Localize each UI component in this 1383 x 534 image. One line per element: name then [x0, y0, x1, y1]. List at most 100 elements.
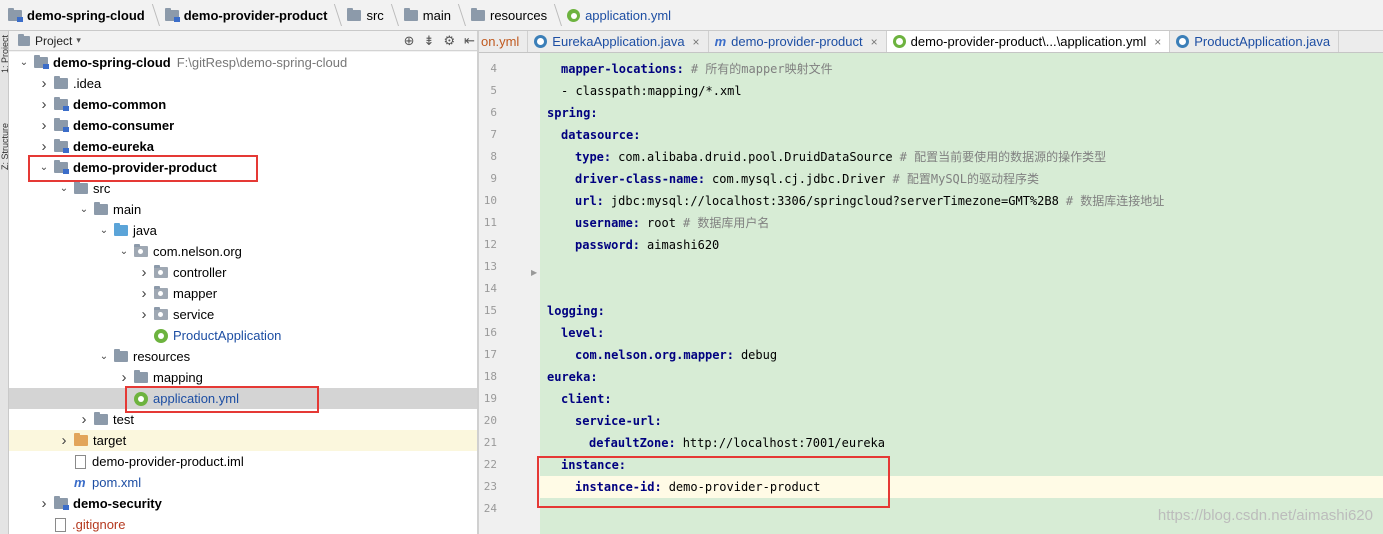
structure-tool-tab[interactable]: Z: Structure: [0, 123, 8, 170]
tree-item[interactable]: › demo-consumer: [9, 115, 477, 136]
tree-item[interactable]: m pom.xml: [9, 472, 477, 493]
folder-icon: [470, 7, 485, 21]
yaml-key: driver-class-name:: [575, 172, 706, 186]
locate-target-icon[interactable]: ⊕: [404, 33, 415, 49]
tree-item[interactable]: application.yml: [9, 388, 477, 409]
package-icon: [154, 265, 168, 278]
tree-item[interactable]: .gitignore: [9, 514, 477, 534]
editor-tab[interactable]: ProductApplication.java: [1170, 31, 1340, 52]
tree-item-label: mapper: [173, 286, 218, 301]
editor-tab[interactable]: m demo-provider-product ×: [709, 31, 887, 52]
tree-item[interactable]: ⌄ demo-provider-product: [9, 157, 477, 178]
tree-item[interactable]: ⌄ demo-spring-cloud F:\gitResp\demo-spring…: [9, 52, 477, 73]
chevron-right-icon[interactable]: ›: [37, 495, 51, 512]
code-line[interactable]: datasource:: [540, 124, 1383, 146]
line-number: 12: [483, 238, 497, 251]
chevron-right-icon[interactable]: ›: [117, 369, 131, 386]
code-line[interactable]: url: jdbc:mysql://localhost:3306/springcl…: [540, 190, 1383, 212]
code-line[interactable]: password: aimashi620: [540, 234, 1383, 256]
chevron-down-icon[interactable]: ⌄: [17, 57, 31, 68]
chevron-right-icon[interactable]: ›: [137, 306, 151, 323]
code-line[interactable]: [540, 278, 1383, 300]
line-number: 22: [483, 458, 497, 471]
tree-item[interactable]: › demo-common: [9, 94, 477, 115]
tree-item[interactable]: › mapping: [9, 367, 477, 388]
close-icon[interactable]: ×: [1154, 35, 1161, 49]
gear-icon[interactable]: ⚙: [443, 33, 455, 49]
tab-label: on.yml: [481, 34, 520, 49]
code-line[interactable]: mapper-locations: # 所有的mapper映射文件: [540, 58, 1383, 80]
chevron-down-icon[interactable]: ⌄: [97, 225, 111, 236]
tree-item[interactable]: › demo-security: [9, 493, 477, 514]
project-view-selector[interactable]: Project ▾: [9, 33, 81, 48]
project-tool-tab[interactable]: 1: Project: [0, 35, 8, 73]
code-line[interactable]: level:: [540, 322, 1383, 344]
chevron-right-icon[interactable]: ›: [57, 432, 71, 449]
code-line[interactable]: username: root # 数据库用户名: [540, 212, 1383, 234]
tree-item[interactable]: › demo-eureka: [9, 136, 477, 157]
breadcrumb-item[interactable]: resources: [465, 0, 551, 30]
code-line[interactable]: instance:: [540, 454, 1383, 476]
code-line[interactable]: spring:: [540, 102, 1383, 124]
code-line[interactable]: defaultZone: http://localhost:7001/eureka: [540, 432, 1383, 454]
code-line[interactable]: - classpath:mapping/*.xml: [540, 80, 1383, 102]
code-line[interactable]: [540, 256, 1383, 278]
chevron-down-icon[interactable]: ⌄: [57, 183, 71, 194]
yaml-key: type:: [575, 150, 612, 164]
code-line[interactable]: type: com.alibaba.druid.pool.DruidDataSou…: [540, 146, 1383, 168]
tree-item[interactable]: ProductApplication: [9, 325, 477, 346]
chevron-down-icon[interactable]: ⌄: [37, 162, 51, 173]
code-line[interactable]: client:: [540, 388, 1383, 410]
editor-tab-bar: on.yml EurekaApplication.java × m demo-provi…: [479, 31, 1383, 53]
code-line[interactable]: eureka:: [540, 366, 1383, 388]
code-editor[interactable]: mapper-locations: # 所有的mapper映射文件 - classp…: [540, 53, 1383, 534]
tree-item[interactable]: › service: [9, 304, 477, 325]
excluded-folder-icon: [74, 433, 88, 446]
class-icon: [534, 35, 548, 48]
tree-item[interactable]: › test: [9, 409, 477, 430]
line-number: 10: [483, 194, 497, 207]
tree-item[interactable]: › controller: [9, 262, 477, 283]
breadcrumb-item[interactable]: demo-spring-cloud: [2, 0, 149, 30]
code-line[interactable]: service-url:: [540, 410, 1383, 432]
editor-tab[interactable]: on.yml: [479, 31, 529, 52]
code-line[interactable]: driver-class-name: com.mysql.cj.jdbc.Driv…: [540, 168, 1383, 190]
chevron-down-icon[interactable]: ⌄: [97, 351, 111, 362]
chevron-right-icon[interactable]: ›: [37, 117, 51, 134]
tree-item[interactable]: › target: [9, 430, 477, 451]
tree-item[interactable]: › .idea: [9, 73, 477, 94]
fold-marker-icon[interactable]: ▶: [531, 268, 537, 277]
code-line[interactable]: instance-id: demo-provider-product: [540, 476, 1383, 498]
tree-item[interactable]: ⌄ resources: [9, 346, 477, 367]
breadcrumb-item[interactable]: application.yml: [561, 0, 675, 30]
chevron-right-icon[interactable]: ›: [77, 411, 91, 428]
tree-item[interactable]: ⌄ main: [9, 199, 477, 220]
line-number: 5: [490, 84, 497, 97]
chevron-down-icon[interactable]: ⌄: [117, 246, 131, 257]
line-number: 13: [483, 260, 497, 273]
chevron-down-icon[interactable]: ⌄: [77, 204, 91, 215]
tree-item[interactable]: demo-provider-product.iml: [9, 451, 477, 472]
close-icon[interactable]: ×: [871, 35, 878, 49]
collapse-all-icon[interactable]: ⇟: [424, 33, 435, 49]
chevron-right-icon[interactable]: ›: [137, 285, 151, 302]
tab-active[interactable]: demo-provider-product\...\application.ym…: [886, 31, 1171, 52]
editor-tab[interactable]: EurekaApplication.java ×: [528, 31, 709, 52]
breadcrumb-item[interactable]: main: [398, 0, 455, 30]
chevron-right-icon[interactable]: ›: [37, 138, 51, 155]
chevron-right-icon[interactable]: ›: [137, 264, 151, 281]
chevron-right-icon[interactable]: ›: [37, 75, 51, 92]
chevron-right-icon[interactable]: ›: [37, 96, 51, 113]
hide-panel-icon[interactable]: ⇤: [464, 33, 475, 49]
tree-item-label: java: [133, 223, 157, 238]
tree-item[interactable]: › mapper: [9, 283, 477, 304]
tree-item[interactable]: ⌄ com.nelson.org: [9, 241, 477, 262]
tree-item[interactable]: ⌄ java: [9, 220, 477, 241]
tree-item[interactable]: ⌄ src: [9, 178, 477, 199]
breadcrumb-item[interactable]: demo-provider-product: [159, 0, 332, 30]
yaml-key: spring:: [547, 106, 598, 120]
code-line[interactable]: com.nelson.org.mapper: debug: [540, 344, 1383, 366]
code-line[interactable]: logging:: [540, 300, 1383, 322]
close-icon[interactable]: ×: [693, 35, 700, 49]
line-number: 19: [483, 392, 497, 405]
